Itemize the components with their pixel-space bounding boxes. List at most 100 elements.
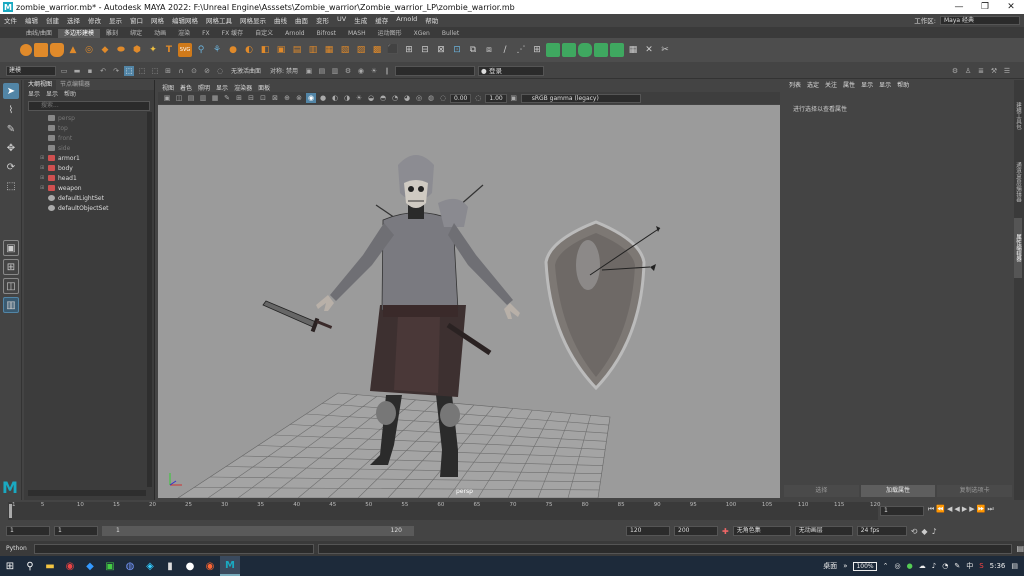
aa-icon[interactable]: ◔: [390, 93, 400, 103]
sogou-icon[interactable]: S: [979, 562, 983, 570]
side-panel-tab[interactable]: 通道盒/层编辑器: [1014, 152, 1022, 212]
scissors-icon[interactable]: ✂: [658, 43, 672, 57]
menu-item[interactable]: UV: [333, 15, 350, 25]
outliner-row[interactable]: ⊞ body: [24, 163, 154, 173]
multicut-icon[interactable]: ⬛: [386, 43, 400, 57]
bookmark-icon[interactable]: ▤: [186, 93, 196, 103]
step-forward-key-icon[interactable]: ⏩: [977, 505, 986, 514]
edge-loop-icon[interactable]: ⊞: [402, 43, 416, 57]
menu-item[interactable]: 编辑网格: [168, 15, 202, 25]
outliner-menu-display[interactable]: 显示: [28, 90, 40, 99]
gamma-field[interactable]: 1.00: [485, 93, 507, 103]
step-back-key-icon[interactable]: ⏪: [936, 505, 945, 514]
attribute-footer-button[interactable]: 选择: [784, 485, 859, 497]
menu-item[interactable]: 帮助: [421, 15, 442, 25]
camera-attr-icon[interactable]: ◫: [174, 93, 184, 103]
playback-start-field[interactable]: 1: [54, 526, 98, 536]
character-set-icon[interactable]: ✚: [722, 527, 729, 536]
knife-icon[interactable]: ∕: [498, 43, 512, 57]
snap-view-icon[interactable]: ⊘: [202, 66, 212, 76]
bevel-icon[interactable]: ▥: [306, 43, 320, 57]
grid-icon[interactable]: ▦: [626, 43, 640, 57]
outliner-row[interactable]: ⊞ armor1: [24, 153, 154, 163]
four-view-layout-icon[interactable]: ⊞: [3, 259, 19, 275]
two-d-pan-icon[interactable]: ▦: [210, 93, 220, 103]
camera-select-icon[interactable]: ▣: [162, 93, 172, 103]
playback-end-field[interactable]: 120: [626, 526, 670, 536]
app-icon-cyan[interactable]: ◈: [140, 556, 160, 576]
pen-icon[interactable]: ✎: [954, 562, 960, 570]
boolean-icon[interactable]: ◐: [242, 43, 256, 57]
symmetry-label[interactable]: 对称: 禁用: [267, 66, 301, 75]
exposure-field[interactable]: 0.00: [450, 93, 472, 103]
minimize-button[interactable]: —: [946, 0, 972, 14]
outliner-row[interactable]: defaultLightSet: [24, 193, 154, 203]
viewport-menu-item[interactable]: 视图: [162, 83, 174, 92]
svg-icon[interactable]: SVG: [178, 43, 192, 57]
viewport-menu-item[interactable]: 照明: [198, 83, 210, 92]
shelf-tab[interactable]: FX: [196, 29, 216, 38]
hypershade-icon[interactable]: ◉: [356, 66, 366, 76]
outliner-row[interactable]: ⊞ head1: [24, 173, 154, 183]
shelf-tab[interactable]: 动画: [148, 29, 172, 38]
sculpt-icon[interactable]: ⋰: [514, 43, 528, 57]
move-tool-icon[interactable]: ✥: [3, 140, 19, 156]
uv-editor-icon[interactable]: ⧉: [466, 43, 480, 57]
shelf-tab[interactable]: Arnold: [279, 29, 310, 38]
collapse-icon[interactable]: ▩: [370, 43, 384, 57]
start-time-field[interactable]: 1: [6, 526, 50, 536]
current-frame-field[interactable]: 1: [880, 506, 924, 516]
attribute-footer-button[interactable]: 加载属性: [860, 485, 936, 497]
attribute-editor-toggle-icon[interactable]: ≣: [976, 66, 986, 76]
attribute-menu-item[interactable]: 选定: [807, 80, 819, 92]
outliner-row[interactable]: defaultObjectSet: [24, 203, 154, 213]
go-to-end-icon[interactable]: ⏭: [987, 505, 993, 514]
mirror-icon[interactable]: ◧: [258, 43, 272, 57]
shelf-tab[interactable]: 曲线/曲面: [20, 29, 58, 38]
gate-mask-icon[interactable]: ⊠: [270, 93, 280, 103]
close-button[interactable]: ✕: [998, 0, 1024, 14]
maya-taskbar-icon[interactable]: M: [220, 556, 240, 576]
modeling-toolkit-icon[interactable]: ⚙: [950, 66, 960, 76]
menu-item[interactable]: 网格显示: [236, 15, 270, 25]
expand-arrow-icon[interactable]: ⊞: [40, 155, 45, 161]
outliner-row[interactable]: top: [24, 123, 154, 133]
green-plane-icon[interactable]: [546, 43, 560, 57]
shelf-tab[interactable]: XGen: [408, 29, 436, 38]
menu-item[interactable]: 曲面: [291, 15, 312, 25]
menu-item[interactable]: 选择: [63, 15, 84, 25]
attribute-footer-button[interactable]: 复制选项卡: [937, 485, 1013, 497]
notification-icon[interactable]: ▤: [1011, 562, 1018, 570]
outliner-menu-show[interactable]: 显示: [46, 90, 58, 99]
character-set-select[interactable]: 无角色集: [732, 526, 791, 536]
chrome-icon[interactable]: ◉: [60, 556, 80, 576]
command-input[interactable]: [33, 543, 314, 554]
green-cube-icon[interactable]: [562, 43, 576, 57]
light-editor-icon[interactable]: ☀: [369, 66, 379, 76]
snap-curve-icon[interactable]: ∩: [176, 66, 186, 76]
outliner-row[interactable]: front: [24, 133, 154, 143]
shadows-icon[interactable]: ◒: [366, 93, 376, 103]
offset-loop-icon[interactable]: ⊟: [418, 43, 432, 57]
epic-games-icon[interactable]: ▮: [160, 556, 180, 576]
wifi-icon[interactable]: ◔: [942, 562, 948, 570]
render-view-icon[interactable]: ▣: [304, 66, 314, 76]
green-shape-icon[interactable]: [578, 43, 592, 57]
type-icon[interactable]: T: [162, 43, 176, 57]
new-scene-icon[interactable]: ▭: [59, 66, 69, 76]
soccer-ball-icon[interactable]: ⬢: [130, 43, 144, 57]
attribute-menu-item[interactable]: 显示: [879, 80, 891, 92]
tray-up-icon[interactable]: ⌃: [883, 562, 889, 570]
command-language-label[interactable]: Python: [6, 545, 30, 552]
ao-icon[interactable]: ◓: [378, 93, 388, 103]
safe-action-icon[interactable]: ⊗: [294, 93, 304, 103]
bridge-icon[interactable]: ▤: [290, 43, 304, 57]
tool-settings-icon[interactable]: ⚒: [989, 66, 999, 76]
two-view-layout-icon[interactable]: ◫: [3, 278, 19, 294]
snap-surface-icon[interactable]: ◌: [215, 66, 225, 76]
viewport-menu-item[interactable]: 着色: [180, 83, 192, 92]
quick-select-input[interactable]: [394, 65, 475, 76]
disc-icon[interactable]: ⬬: [114, 43, 128, 57]
grease-pencil-icon[interactable]: ✎: [222, 93, 232, 103]
menu-item[interactable]: 显示: [105, 15, 126, 25]
